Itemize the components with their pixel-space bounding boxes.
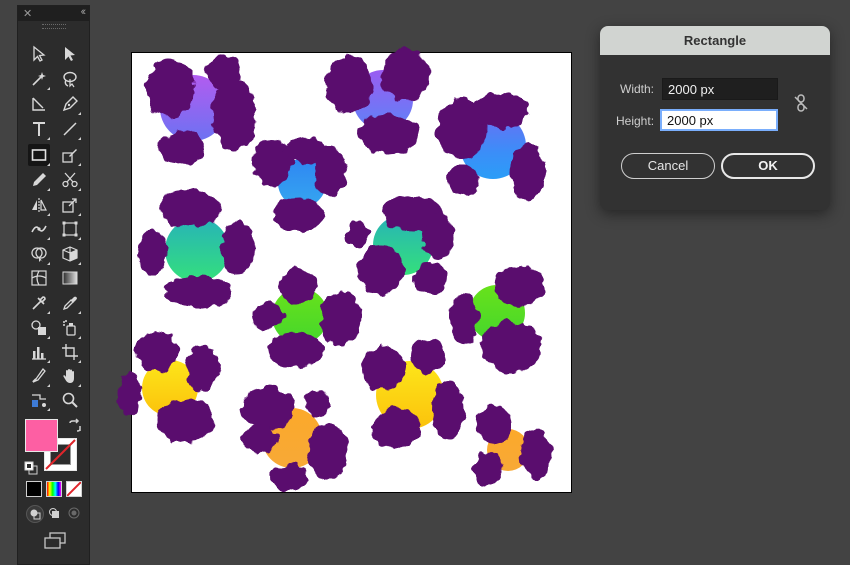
leopard-spot [253,268,361,368]
rectangle-dialog: Rectangle Width: Height: Cancel OK [600,26,830,210]
link-broken-icon[interactable] [793,94,809,112]
leopard-spot [253,136,346,231]
leopard-spot [146,54,256,165]
leopard-spot [325,49,429,154]
leopard-spot [118,332,220,443]
leopard-spot [436,92,546,200]
leopard-spot [137,190,255,308]
leopard-spot [346,195,454,295]
cancel-button[interactable]: Cancel [621,153,715,179]
leopard-spot [361,338,464,448]
height-input[interactable] [660,109,778,131]
leopard-spot [242,386,348,491]
fill-swatch[interactable] [25,419,58,452]
leopard-spot [450,266,545,373]
ok-button[interactable]: OK [721,153,815,179]
width-input[interactable] [662,78,778,100]
height-label: Height: [616,114,655,128]
width-label: Width: [620,82,655,96]
dialog-title: Rectangle [600,26,830,55]
leopard-spot [473,405,551,486]
